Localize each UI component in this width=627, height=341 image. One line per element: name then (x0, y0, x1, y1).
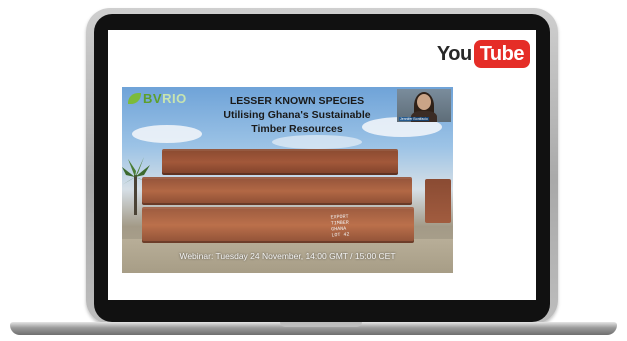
timber-beam (162, 149, 398, 175)
presenter-face (417, 94, 431, 110)
laptop-bezel: You Tube EXPORT TIMBER GHANA LOT 42 BV R… (94, 14, 550, 322)
youtube-logo[interactable]: You Tube (437, 40, 530, 68)
laptop-base-notch (280, 322, 362, 327)
laptop-screen: You Tube EXPORT TIMBER GHANA LOT 42 BV R… (108, 30, 536, 300)
video-title: LESSER KNOWN SPECIES Utilising Ghana's S… (182, 95, 412, 136)
cloud (272, 135, 362, 149)
video-frame[interactable]: EXPORT TIMBER GHANA LOT 42 BV RIO LESSER KN… (122, 87, 453, 273)
leaf-icon (128, 93, 141, 104)
brand-logo: BV RIO (128, 91, 187, 106)
presenter-name: Jennifer Bonifacio (399, 117, 429, 121)
laptop-base (10, 322, 617, 335)
video-title-line-1: LESSER KNOWN SPECIES (229, 95, 365, 107)
laptop-lid: You Tube EXPORT TIMBER GHANA LOT 42 BV R… (86, 8, 558, 324)
youtube-logo-you: You (436, 42, 472, 65)
timber-beam (142, 207, 414, 243)
youtube-logo-tube: Tube (473, 40, 530, 68)
timber-marking: EXPORT TIMBER GHANA LOT 42 (330, 213, 350, 239)
brand-logo-bv: BV (143, 91, 163, 106)
timber-beam (142, 177, 412, 205)
video-title-line-2: Utilising Ghana's Sustainable (223, 109, 371, 121)
video-title-line-3: Timber Resources (251, 123, 343, 135)
webinar-caption: Webinar: Tuesday 24 November, 14:00 GMT … (179, 251, 396, 261)
presenter-webcam: Jennifer Bonifacio (397, 89, 451, 122)
timber-stack (425, 179, 451, 223)
